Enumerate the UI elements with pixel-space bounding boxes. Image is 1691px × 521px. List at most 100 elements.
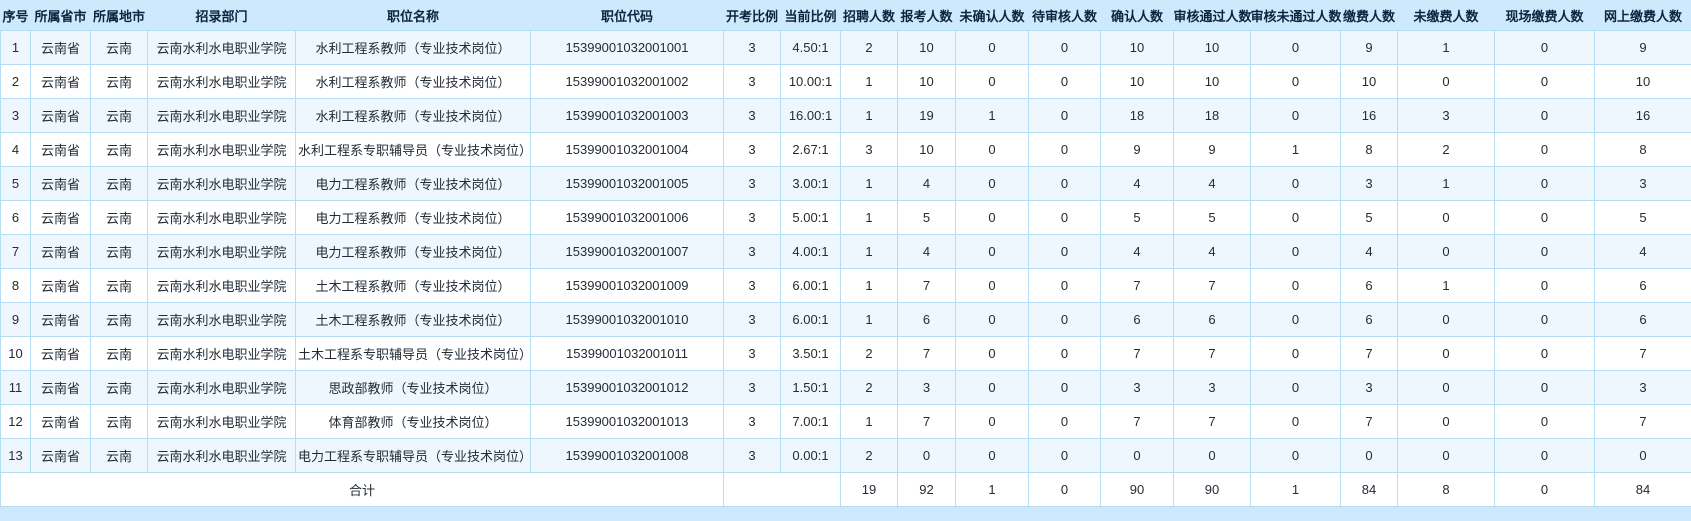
cell-onsite-paid-count: 0 bbox=[1494, 438, 1595, 473]
cell-pending-review-count: 0 bbox=[1028, 132, 1101, 167]
cell-city: 云南 bbox=[90, 30, 148, 65]
cell-province: 云南省 bbox=[30, 234, 91, 269]
cell-current-ratio: 4.50:1 bbox=[780, 30, 841, 65]
cell-current-ratio: 3.00:1 bbox=[780, 166, 841, 201]
total-cell-unpaid-count: 8 bbox=[1397, 472, 1495, 507]
cell-open-ratio: 3 bbox=[723, 370, 781, 405]
table-row[interactable]: 2 云南省 云南 云南水利水电职业学院 水利工程系教师（专业技术岗位） 153990010… bbox=[0, 64, 1691, 99]
cell-department: 云南水利水电职业学院 bbox=[147, 166, 296, 201]
cell-review-passed-count: 9 bbox=[1173, 132, 1251, 167]
cell-apply-count: 10 bbox=[897, 132, 956, 167]
cell-pending-review-count: 0 bbox=[1028, 166, 1101, 201]
cell-position-code: 15399001032001009 bbox=[530, 268, 724, 303]
column-header-paid-count: 缴费人数 bbox=[1342, 8, 1395, 24]
cell-recruit-count: 3 bbox=[840, 132, 898, 167]
table-body: 1 云南省 云南 云南水利水电职业学院 水利工程系教师（专业技术岗位） 153990010… bbox=[0, 30, 1691, 473]
table-row[interactable]: 4 云南省 云南 云南水利水电职业学院 水利工程系专职辅导员（专业技术岗位） 153990… bbox=[0, 132, 1691, 167]
cell-review-passed-count: 10 bbox=[1173, 64, 1251, 99]
cell-unpaid-count: 2 bbox=[1397, 132, 1495, 167]
cell-unconfirmed-count: 0 bbox=[955, 302, 1029, 337]
cell-city: 云南 bbox=[90, 438, 148, 473]
cell-online-paid-count: 5 bbox=[1594, 200, 1691, 235]
cell-department: 云南水利水电职业学院 bbox=[147, 64, 296, 99]
cell-xuhao: 9 bbox=[0, 302, 31, 337]
table-row[interactable]: 11 云南省 云南 云南水利水电职业学院 思政部教师（专业技术岗位） 1539900103… bbox=[0, 370, 1691, 405]
cell-paid-count: 9 bbox=[1340, 30, 1398, 65]
table-row[interactable]: 9 云南省 云南 云南水利水电职业学院 土木工程系教师（专业技术岗位） 153990010… bbox=[0, 302, 1691, 337]
cell-review-failed-count: 0 bbox=[1250, 234, 1341, 269]
cell-xuhao: 3 bbox=[0, 98, 31, 133]
cell-city: 云南 bbox=[90, 302, 148, 337]
cell-position-code: 15399001032001012 bbox=[530, 370, 724, 405]
cell-recruit-count: 1 bbox=[840, 200, 898, 235]
cell-department: 云南水利水电职业学院 bbox=[147, 370, 296, 405]
table-row[interactable]: 5 云南省 云南 云南水利水电职业学院 电力工程系教师（专业技术岗位） 153990010… bbox=[0, 166, 1691, 201]
cell-province: 云南省 bbox=[30, 302, 91, 337]
cell-review-failed-count: 0 bbox=[1250, 438, 1341, 473]
cell-pending-review-count: 0 bbox=[1028, 404, 1101, 439]
cell-position-code: 15399001032001002 bbox=[530, 64, 724, 99]
cell-onsite-paid-count: 0 bbox=[1494, 64, 1595, 99]
cell-province: 云南省 bbox=[30, 132, 91, 167]
cell-current-ratio: 3.50:1 bbox=[780, 336, 841, 371]
cell-department: 云南水利水电职业学院 bbox=[147, 30, 296, 65]
cell-confirmed-count: 18 bbox=[1100, 98, 1174, 133]
total-cell-apply-count: 92 bbox=[897, 472, 956, 507]
cell-online-paid-count: 16 bbox=[1594, 98, 1691, 133]
cell-city: 云南 bbox=[90, 98, 148, 133]
cell-apply-count: 4 bbox=[897, 166, 956, 201]
cell-apply-count: 4 bbox=[897, 234, 956, 269]
cell-position-code: 15399001032001010 bbox=[530, 302, 724, 337]
table-row[interactable]: 6 云南省 云南 云南水利水电职业学院 电力工程系教师（专业技术岗位） 153990010… bbox=[0, 200, 1691, 235]
cell-unconfirmed-count: 0 bbox=[955, 200, 1029, 235]
total-cell-pending-review-count: 0 bbox=[1028, 472, 1101, 507]
cell-paid-count: 6 bbox=[1340, 302, 1398, 337]
cell-online-paid-count: 9 bbox=[1594, 30, 1691, 65]
total-cell-onsite-paid-count: 0 bbox=[1494, 472, 1595, 507]
cell-open-ratio: 3 bbox=[723, 404, 781, 439]
cell-apply-count: 10 bbox=[897, 64, 956, 99]
cell-current-ratio: 0.00:1 bbox=[780, 438, 841, 473]
table-row[interactable]: 12 云南省 云南 云南水利水电职业学院 体育部教师（专业技术岗位） 1539900103… bbox=[0, 404, 1691, 439]
cell-pending-review-count: 0 bbox=[1028, 64, 1101, 99]
cell-onsite-paid-count: 0 bbox=[1494, 166, 1595, 201]
column-header-pending-review-count: 待审核人数 bbox=[1031, 8, 1097, 24]
cell-current-ratio: 6.00:1 bbox=[780, 302, 841, 337]
table-row[interactable]: 3 云南省 云南 云南水利水电职业学院 水利工程系教师（专业技术岗位） 153990010… bbox=[0, 98, 1691, 133]
cell-province: 云南省 bbox=[30, 268, 91, 303]
table-row[interactable]: 1 云南省 云南 云南水利水电职业学院 水利工程系教师（专业技术岗位） 153990010… bbox=[0, 30, 1691, 65]
cell-province: 云南省 bbox=[30, 370, 91, 405]
column-header-position-code: 职位代码 bbox=[600, 8, 653, 24]
table-row[interactable]: 7 云南省 云南 云南水利水电职业学院 电力工程系教师（专业技术岗位） 153990010… bbox=[0, 234, 1691, 269]
cell-unconfirmed-count: 0 bbox=[955, 336, 1029, 371]
cell-paid-count: 0 bbox=[1340, 438, 1398, 473]
cell-unconfirmed-count: 0 bbox=[955, 370, 1029, 405]
cell-paid-count: 6 bbox=[1340, 268, 1398, 303]
cell-online-paid-count: 6 bbox=[1594, 302, 1691, 337]
cell-paid-count: 7 bbox=[1340, 404, 1398, 439]
cell-department: 云南水利水电职业学院 bbox=[147, 336, 296, 371]
cell-position-name: 土木工程系教师（专业技术岗位） bbox=[295, 302, 531, 337]
cell-review-passed-count: 5 bbox=[1173, 200, 1251, 235]
cell-unconfirmed-count: 0 bbox=[955, 30, 1029, 65]
cell-open-ratio: 3 bbox=[723, 64, 781, 99]
total-row: 合计 19 92 1 0 90 90 1 84 8 0 84 bbox=[0, 472, 1691, 507]
cell-apply-count: 7 bbox=[897, 336, 956, 371]
table-row[interactable]: 8 云南省 云南 云南水利水电职业学院 土木工程系教师（专业技术岗位） 153990010… bbox=[0, 268, 1691, 303]
column-header-province: 所属省市 bbox=[34, 8, 87, 24]
cell-paid-count: 16 bbox=[1340, 98, 1398, 133]
cell-current-ratio: 6.00:1 bbox=[780, 268, 841, 303]
cell-position-name: 电力工程系专职辅导员（专业技术岗位） bbox=[295, 438, 531, 473]
cell-recruit-count: 1 bbox=[840, 234, 898, 269]
table-row[interactable]: 13 云南省 云南 云南水利水电职业学院 电力工程系专职辅导员（专业技术岗位） 15399… bbox=[0, 438, 1691, 473]
cell-province: 云南省 bbox=[30, 404, 91, 439]
cell-open-ratio: 3 bbox=[723, 268, 781, 303]
cell-confirmed-count: 10 bbox=[1100, 64, 1174, 99]
cell-pending-review-count: 0 bbox=[1028, 98, 1101, 133]
cell-review-passed-count: 18 bbox=[1173, 98, 1251, 133]
column-header-current-ratio: 当前比例 bbox=[784, 8, 837, 24]
table-row[interactable]: 10 云南省 云南 云南水利水电职业学院 土木工程系专职辅导员（专业技术岗位） 15399… bbox=[0, 336, 1691, 371]
cell-position-code: 15399001032001013 bbox=[530, 404, 724, 439]
cell-paid-count: 7 bbox=[1340, 336, 1398, 371]
cell-online-paid-count: 6 bbox=[1594, 268, 1691, 303]
